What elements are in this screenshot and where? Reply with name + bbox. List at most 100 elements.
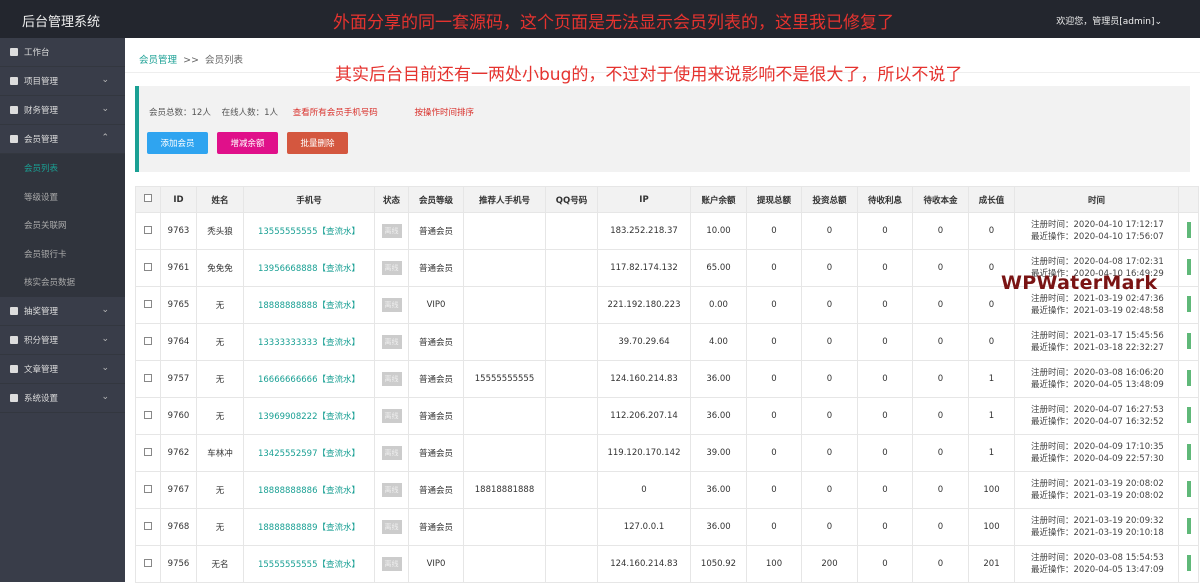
phone-link[interactable]: 13425552597 [258,449,318,459]
sidebar-item-label: 文章管理 [24,364,59,375]
view-flow-link[interactable]: 【查流水】 [317,227,360,237]
sidebar-item[interactable]: 工作台 [0,38,125,67]
sidebar-item[interactable]: 项目管理 ⌄ [0,67,125,96]
data-cell: 36.00 [690,397,747,435]
action-cell[interactable] [1178,286,1199,324]
name-cell: 无 [196,360,244,398]
column-header: 待收本金 [912,186,969,213]
row-checkbox[interactable] [135,471,161,509]
view-flow-link[interactable]: 【查流水】 [317,523,360,533]
data-cell [463,434,546,472]
adjust-balance-button[interactable]: 增减余额 [217,132,278,154]
action-cell[interactable] [1178,212,1199,250]
phone-link[interactable]: 18888888888 [258,301,318,311]
sort-by-time-link[interactable]: 按操作时间排序 [414,108,474,118]
column-header: 状态 [374,186,409,213]
phone-link[interactable]: 16666666666 [258,375,318,385]
sidebar-item[interactable]: 会员管理 ⌃ [0,125,125,154]
breadcrumb-parent[interactable]: 会员管理 [139,55,177,66]
user-menu[interactable]: 欢迎您，管理员[admin]⌄ [1056,14,1162,27]
view-flow-link[interactable]: 【查流水】 [317,375,360,385]
status-cell: 离线 [374,397,409,435]
row-checkbox[interactable] [135,212,161,250]
edit-button[interactable] [1186,332,1191,349]
sidebar: 工作台 项目管理 ⌄ 财务管理 ⌄ 会员管理 ⌃ 会员列表 等级设置 会员关联网 会员银行卡 核实会员… [0,38,125,582]
action-cell[interactable] [1178,360,1199,398]
action-cell[interactable] [1178,249,1199,287]
sidebar-item[interactable]: 抽奖管理 ⌄ [0,297,125,326]
edit-button[interactable] [1186,443,1191,460]
view-flow-link[interactable]: 【查流水】 [317,486,360,496]
data-cell: 普通会员 [408,434,464,472]
edit-button[interactable] [1186,369,1191,386]
action-cell[interactable] [1178,508,1199,546]
dashboard-icon [10,48,18,56]
sidebar-subitem[interactable]: 核实会员数据 [0,268,125,297]
edit-button[interactable] [1186,221,1191,238]
data-cell: 普通会员 [408,249,464,287]
row-checkbox[interactable] [135,508,161,546]
status-badge: 离线 [381,335,402,349]
id-cell: 9757 [160,360,197,398]
phone-link[interactable]: 18888888886 [258,486,318,496]
view-flow-link[interactable]: 【查流水】 [317,338,360,348]
data-cell: 15555555555 [463,360,546,398]
row-checkbox[interactable] [135,249,161,287]
row-checkbox[interactable] [135,397,161,435]
sidebar-item[interactable]: 积分管理 ⌄ [0,326,125,355]
edit-button[interactable] [1186,295,1191,312]
data-cell [463,323,546,361]
action-cell[interactable] [1178,471,1199,509]
sidebar-item[interactable]: 财务管理 ⌄ [0,96,125,125]
view-flow-link[interactable]: 【查流水】 [317,264,360,274]
row-checkbox[interactable] [135,323,161,361]
phone-link[interactable]: 18888888889 [258,523,318,533]
data-cell: 0 [857,434,913,472]
time-cell: 注册时间：2021-03-19 20:08:02 最近操作：2021-03-19 … [1014,471,1179,509]
phone-link[interactable]: 13956668888 [258,264,318,274]
action-cell[interactable] [1178,434,1199,472]
batch-delete-button[interactable]: 批量删除 [287,132,348,154]
sidebar-subitem[interactable]: 会员关联网 [0,211,125,240]
data-cell: 0 [801,249,858,287]
edit-button[interactable] [1186,258,1191,275]
finance-icon [10,106,18,114]
sidebar-item[interactable]: 文章管理 ⌄ [0,355,125,384]
row-checkbox[interactable] [135,286,161,324]
sidebar-item[interactable]: 系统设置 ⌄ [0,384,125,413]
view-flow-link[interactable]: 【查流水】 [317,560,360,570]
data-cell [463,249,546,287]
view-flow-link[interactable]: 【查流水】 [317,301,360,311]
action-cell[interactable] [1178,545,1199,583]
row-checkbox[interactable] [135,434,161,472]
data-cell [545,397,598,435]
phone-link[interactable]: 13969908222 [258,412,318,422]
row-checkbox[interactable] [135,360,161,398]
view-flow-link[interactable]: 【查流水】 [317,449,360,459]
edit-button[interactable] [1186,480,1191,497]
data-cell: 0 [801,434,858,472]
select-all-checkbox[interactable] [135,186,161,213]
action-cell[interactable] [1178,323,1199,361]
phone-link[interactable]: 15555555555 [258,560,318,570]
data-cell: 0 [912,286,969,324]
action-cell[interactable] [1178,397,1199,435]
edit-button[interactable] [1186,517,1191,534]
data-cell: 普通会员 [408,508,464,546]
sidebar-subitem[interactable]: 会员列表 [0,154,125,183]
view-all-phones-link[interactable]: 查看所有会员手机号码 [293,108,378,118]
phone-cell: 13956668888【查流水】 [243,249,375,287]
add-member-button[interactable]: 添加会员 [147,132,208,154]
sidebar-subitem[interactable]: 会员银行卡 [0,239,125,268]
edit-button[interactable] [1186,554,1191,571]
name-cell: 秃头狼 [196,212,244,250]
data-cell: 0 [746,508,802,546]
phone-link[interactable]: 13333333333 [258,338,318,348]
view-flow-link[interactable]: 【查流水】 [317,412,360,422]
row-checkbox[interactable] [135,545,161,583]
phone-link[interactable]: 13555555555 [258,227,318,237]
phone-cell: 16666666666【查流水】 [243,360,375,398]
edit-button[interactable] [1186,406,1191,423]
status-badge: 离线 [381,483,402,497]
sidebar-subitem[interactable]: 等级设置 [0,182,125,211]
